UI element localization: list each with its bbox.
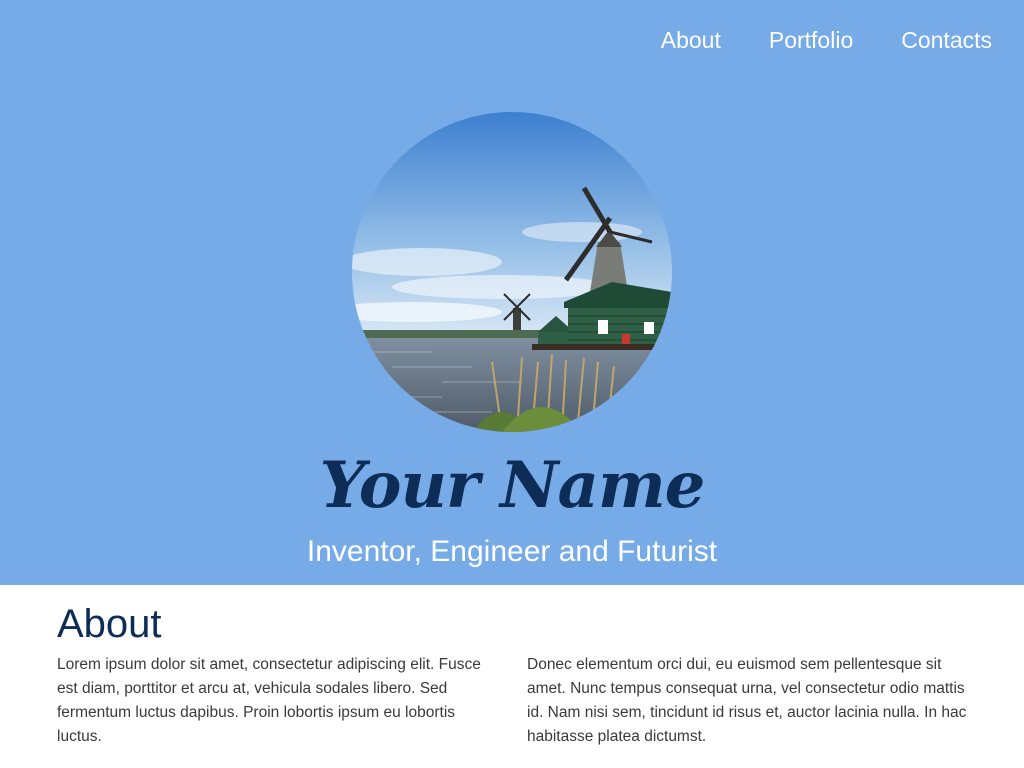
profile-photo bbox=[352, 112, 672, 432]
hero-tagline: Inventor, Engineer and Futurist bbox=[306, 535, 718, 568]
about-paragraph-1: Lorem ipsum dolor sit amet, consectetur … bbox=[57, 656, 481, 745]
windmill-landscape-image bbox=[352, 112, 672, 432]
about-paragraph-2: Donec elementum orci dui, eu euismod sem… bbox=[527, 656, 967, 745]
nav-link-about[interactable]: About bbox=[661, 24, 721, 56]
about-section: About Lorem ipsum dolor sit amet, consec… bbox=[0, 585, 1024, 768]
hero-name: Your Name bbox=[319, 448, 706, 523]
hero-section: About Portfolio Contacts Your Name Inven… bbox=[0, 0, 1024, 585]
nav-link-portfolio[interactable]: Portfolio bbox=[769, 24, 853, 56]
top-nav: About Portfolio Contacts bbox=[661, 24, 992, 56]
nav-link-contacts[interactable]: Contacts bbox=[901, 24, 992, 56]
about-heading: About bbox=[57, 602, 162, 646]
